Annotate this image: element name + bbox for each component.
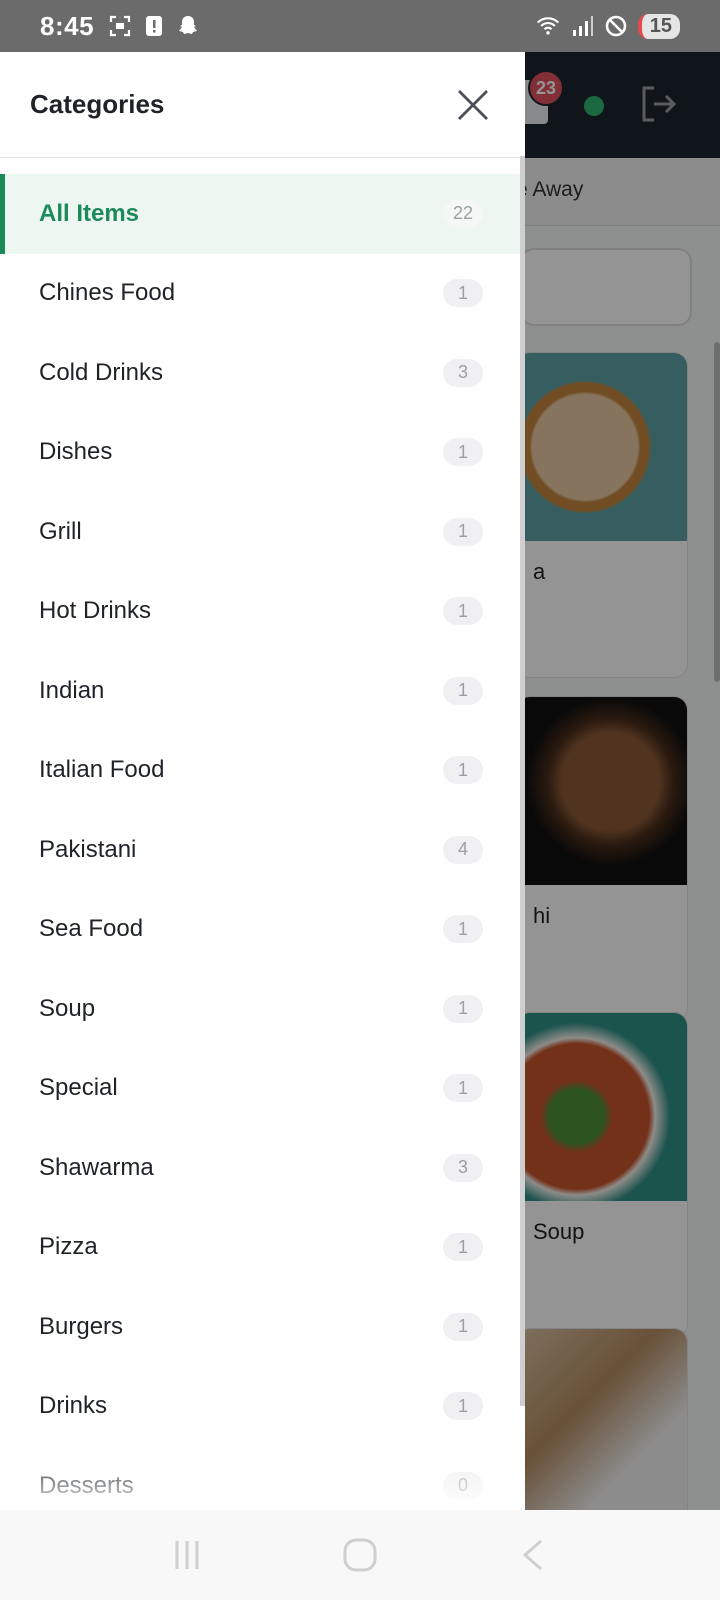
- category-label: Cold Drinks: [39, 358, 164, 386]
- category-count-badge: 22: [442, 199, 483, 228]
- category-label: Chines Food: [39, 279, 176, 307]
- status-bar: 8:45 15: [0, 0, 720, 52]
- category-item-soup[interactable]: Soup 1: [0, 969, 525, 1049]
- category-item-indian[interactable]: Indian 1: [0, 651, 525, 731]
- category-label: Hot Drinks: [39, 597, 152, 625]
- category-count-badge: 1: [443, 676, 483, 705]
- alert-icon: [142, 14, 166, 38]
- category-label: Italian Food: [39, 756, 165, 784]
- category-item-italian-food[interactable]: Italian Food 1: [0, 731, 525, 811]
- category-item-cold-drinks[interactable]: Cold Drinks 3: [0, 333, 525, 413]
- category-count-badge: 1: [443, 1233, 483, 1262]
- category-count-badge: 1: [443, 756, 483, 785]
- category-label: Shawarma: [39, 1153, 154, 1181]
- close-icon: [458, 89, 488, 120]
- category-item-chines-food[interactable]: Chines Food 1: [0, 254, 525, 334]
- category-label: Sea Food: [39, 915, 144, 943]
- categories-drawer: Categories All Items 22 Chines Food 1 Cold D…: [0, 52, 525, 1510]
- category-item-burgers[interactable]: Burgers 1: [0, 1287, 525, 1367]
- drawer-title: Categories: [30, 89, 165, 119]
- category-label: Dishes: [39, 438, 113, 466]
- category-count-badge: 4: [443, 835, 483, 864]
- wifi-icon: [536, 14, 560, 38]
- back-button[interactable]: [503, 1525, 563, 1585]
- category-count-badge: 1: [443, 597, 483, 626]
- category-count-badge: 0: [443, 1471, 483, 1500]
- close-button[interactable]: [451, 83, 495, 127]
- category-count-badge: 1: [443, 517, 483, 546]
- recent-apps-icon: [175, 1541, 199, 1569]
- category-item-grill[interactable]: Grill 1: [0, 492, 525, 572]
- category-item-pakistani[interactable]: Pakistani 4: [0, 810, 525, 890]
- snapchat-icon: [176, 14, 200, 38]
- category-item-hot-drinks[interactable]: Hot Drinks 1: [0, 572, 525, 652]
- home-button[interactable]: [330, 1525, 390, 1585]
- do-not-disturb-icon: [604, 14, 628, 38]
- recent-apps-button[interactable]: [157, 1525, 217, 1585]
- category-count-badge: 1: [443, 1392, 483, 1421]
- category-item-special[interactable]: Special 1: [0, 1049, 525, 1129]
- category-count-badge: 1: [443, 438, 483, 467]
- category-count-badge: 1: [443, 915, 483, 944]
- category-item-shawarma[interactable]: Shawarma 3: [0, 1128, 525, 1208]
- category-count-badge: 1: [443, 279, 483, 308]
- battery-indicator: 15: [637, 13, 680, 39]
- home-icon: [343, 1538, 377, 1572]
- category-label: Soup: [39, 994, 96, 1022]
- category-label: Special: [39, 1074, 118, 1102]
- category-item-pizza[interactable]: Pizza 1: [0, 1208, 525, 1288]
- drawer-header: Categories: [0, 52, 525, 158]
- category-count-badge: 3: [443, 358, 483, 387]
- category-label: All Items: [39, 199, 140, 227]
- category-item-dishes[interactable]: Dishes 1: [0, 413, 525, 493]
- signal-icon: [570, 14, 594, 38]
- category-label: Indian: [39, 676, 105, 704]
- drawer-scrollbar[interactable]: [520, 156, 525, 1406]
- category-count-badge: 1: [443, 1074, 483, 1103]
- category-label: Pizza: [39, 1233, 98, 1261]
- screenshot-icon: [108, 14, 132, 38]
- category-label: Desserts: [39, 1471, 134, 1499]
- category-item-sea-food[interactable]: Sea Food 1: [0, 890, 525, 970]
- status-time: 8:45: [40, 10, 95, 41]
- category-label: Drinks: [39, 1392, 108, 1420]
- category-count-badge: 1: [443, 994, 483, 1023]
- category-count-badge: 1: [443, 1312, 483, 1341]
- category-item-desserts[interactable]: Desserts 0: [0, 1446, 525, 1510]
- back-icon: [523, 1539, 543, 1571]
- category-count-badge: 3: [443, 1153, 483, 1182]
- category-label: Grill: [39, 517, 82, 545]
- system-nav-bar: [0, 1510, 720, 1600]
- category-item-drinks[interactable]: Drinks 1: [0, 1367, 525, 1447]
- category-item-all-items[interactable]: All Items 22: [0, 174, 525, 254]
- category-label: Burgers: [39, 1312, 124, 1340]
- category-label: Pakistani: [39, 835, 137, 863]
- category-list: All Items 22 Chines Food 1 Cold Drinks 3 Dishe…: [0, 158, 525, 1510]
